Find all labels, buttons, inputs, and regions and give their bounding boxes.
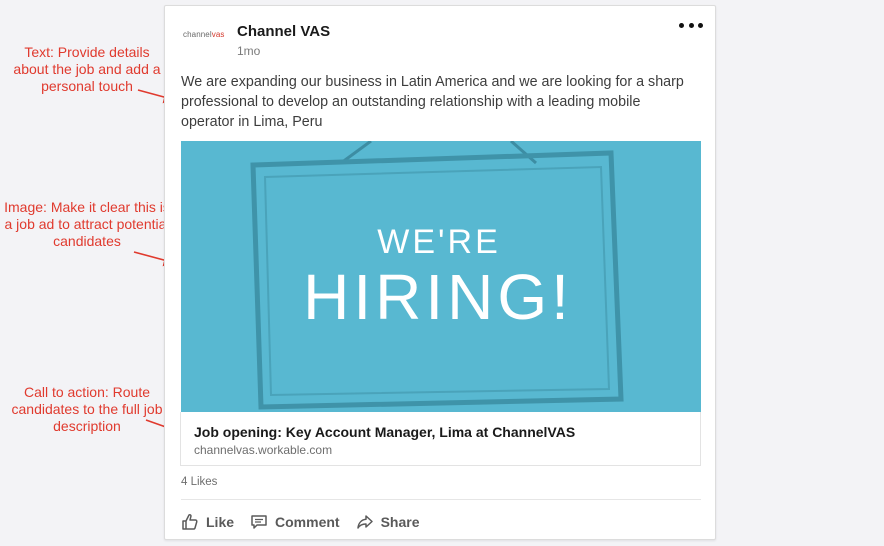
actions-divider [181,499,701,500]
post-actions: Like Comment Share [181,510,420,534]
annotation-image-note: Image: Make it clear this is a job ad to… [4,199,170,249]
comment-icon [251,515,267,529]
annotation-text-note: Text: Provide details about the job and … [13,44,161,94]
share-button[interactable]: Share [356,510,420,534]
company-name[interactable]: Channel VAS [237,23,330,40]
likes-count[interactable]: 4 Likes [181,476,217,488]
job-link-domain: channelvas.workable.com [194,443,333,457]
comment-button[interactable]: Comment [250,510,340,534]
hiring-sign-graphic: WE'RE HIRING! [250,141,624,410]
job-link-card[interactable]: Job opening: Key Account Manager, Lima a… [180,412,701,466]
sign-line-2: HIRING! [303,261,573,333]
post-time: 1mo [237,44,261,58]
post-body: We are expanding our business in Latin A… [181,74,684,130]
like-label: Like [206,514,235,530]
share-icon [356,515,373,529]
sign-line-1: WE'RE [377,223,501,261]
share-label: Share [380,514,420,530]
more-icon[interactable] [679,20,703,30]
post-card: channelvas Channel VAS 1mo We are expand… [164,5,716,540]
like-button[interactable]: Like [181,510,234,534]
post-image[interactable]: WE'RE HIRING! [181,141,701,412]
like-icon [182,514,198,530]
job-link-title[interactable]: Job opening: Key Account Manager, Lima a… [194,424,575,440]
comment-label: Comment [275,514,340,530]
annotation-cta-note: Call to action: Route candidates to the … [11,384,163,434]
company-logo[interactable]: channelvas [183,30,229,54]
